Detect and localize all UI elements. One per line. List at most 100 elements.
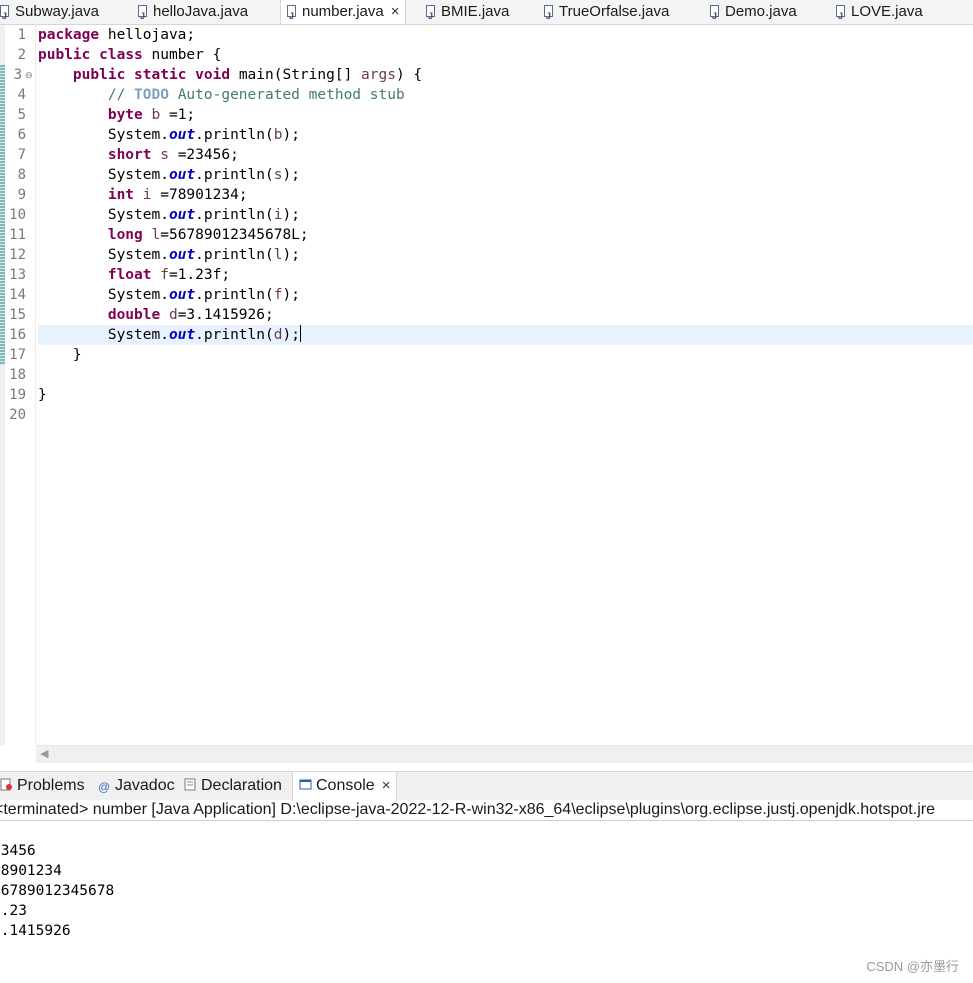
code-line: package hellojava; (38, 25, 195, 45)
code-text: ); (282, 207, 300, 223)
java-file-icon (544, 4, 553, 24)
console-output[interactable]: 1 23456 78901234 56789012345678 1.23 3.1… (0, 821, 114, 941)
problems-icon (0, 773, 13, 791)
tab-declaration[interactable]: Declaration (184, 772, 282, 800)
editor-bottom-spacer (0, 763, 973, 771)
code-line: } (38, 345, 82, 365)
code-line: int i =78901234; (38, 185, 248, 205)
keyword: long (107, 227, 143, 243)
variable: s (160, 147, 169, 163)
console-output-line: 23456 (0, 843, 36, 859)
tab-number-java[interactable]: number.java × (280, 0, 407, 24)
line-number: 17 (9, 347, 26, 363)
line-number: 18 (9, 367, 26, 383)
code-text: ); (282, 127, 300, 143)
code-text: ); (282, 287, 300, 303)
fold-collapse-icon[interactable]: ⊖ (25, 65, 33, 85)
field: out (168, 287, 196, 303)
code-editor[interactable]: 1 2 3 ⊖ 4 5 6 7 8 9 10 11 12 13 14 15 16… (0, 25, 973, 745)
code-text: number { (142, 47, 222, 63)
code-text: =1; (160, 107, 196, 123)
console-status-text: <terminated> number [Java Application] D… (0, 801, 935, 818)
tab-label: LOVE.java (851, 3, 923, 20)
tab-javadoc[interactable]: @ Javadoc (98, 772, 175, 800)
horizontal-scrollbar[interactable]: ◀ (36, 745, 973, 764)
code-line: System.out.println(d); (38, 325, 301, 345)
scroll-left-icon[interactable]: ◀ (40, 747, 48, 760)
declaration-icon (184, 773, 197, 791)
keyword: void (195, 67, 231, 83)
code-line: long l=56789012345678L; (38, 225, 309, 245)
code-text: =56789012345678L; (160, 227, 309, 243)
code-text: ); (282, 167, 300, 183)
text-caret (299, 325, 301, 342)
code-line: short s =23456; (38, 145, 239, 165)
close-tab-icon[interactable]: × (391, 3, 400, 20)
tab-demo-java[interactable]: Demo.java (710, 0, 797, 24)
field: out (168, 127, 196, 143)
tab-label: Problems (17, 777, 85, 794)
tab-label: Declaration (201, 777, 282, 794)
line-number: 2 (17, 47, 26, 63)
console-status-line: <terminated> number [Java Application] D… (0, 800, 973, 821)
keyword: double (107, 307, 161, 323)
parameter: args (361, 67, 396, 83)
line-number: 15 (9, 307, 26, 323)
todo-tag: TODO (134, 87, 169, 103)
code-text: =78901234; (151, 187, 248, 203)
code-text: =3.1415926; (177, 307, 274, 323)
line-number: 14 (9, 287, 26, 303)
code-line: public static void main(String[] args) { (38, 65, 422, 85)
tab-label: TrueOrfalse.java (559, 3, 670, 20)
tab-console[interactable]: Console × (292, 772, 398, 801)
code-text: .println( (195, 247, 274, 263)
editor-tab-bar: Subway.java helloJava.java number.java× … (0, 0, 973, 25)
tab-subway-java[interactable]: Subway.java (0, 0, 99, 24)
line-number: 1 (17, 27, 26, 43)
code-text: .println( (195, 287, 274, 303)
watermark: CSDN @亦墨行 (866, 959, 959, 974)
line-number: 5 (17, 107, 26, 123)
tab-label: BMIE.java (441, 3, 510, 20)
code-line: System.out.println(i); (38, 205, 300, 225)
line-number: 20 (9, 407, 26, 423)
code-text: System. (107, 207, 169, 223)
keyword: byte (107, 107, 143, 123)
code-text: ) { (395, 67, 423, 83)
line-number: 10 (9, 207, 26, 223)
console-output-line: 1.23 (0, 903, 27, 919)
tab-love-java[interactable]: LOVE.java (836, 0, 923, 24)
line-number-ruler-divider (35, 25, 36, 745)
line-number: 19 (9, 387, 26, 403)
tab-hellojava-java[interactable]: helloJava.java (138, 0, 248, 24)
view-tab-bar: Problems @ Javadoc Declaration Console × (0, 771, 973, 801)
variable: d (168, 307, 178, 323)
line-number: 9 (17, 187, 26, 203)
java-file-icon (287, 4, 296, 24)
code-line: double d=3.1415926; (38, 305, 274, 325)
keyword: static (134, 67, 187, 83)
line-number: 3 (13, 67, 22, 83)
variable: f (160, 267, 169, 283)
variable: b (151, 107, 161, 123)
keyword: class (99, 47, 143, 63)
javadoc-icon: @ (98, 780, 111, 794)
line-number: 8 (17, 167, 26, 183)
java-file-icon (138, 4, 147, 24)
field: out (168, 247, 196, 263)
code-text: System. (107, 287, 169, 303)
close-tab-icon[interactable]: × (382, 777, 391, 794)
tab-problems[interactable]: Problems (0, 772, 85, 800)
code-text: main(String[] (230, 67, 362, 83)
field: out (168, 327, 196, 343)
code-text: .println( (195, 207, 274, 223)
code-text: ); (282, 327, 300, 343)
java-file-icon (836, 4, 845, 24)
code-text: =1.23f; (168, 267, 231, 283)
tab-trueorfalse-java[interactable]: TrueOrfalse.java (544, 0, 669, 24)
tab-bmie-java[interactable]: BMIE.java (426, 0, 509, 24)
tab-label: Subway.java (15, 3, 99, 20)
console-output-line: 78901234 (0, 863, 62, 879)
code-text: .println( (195, 167, 274, 183)
tab-label: Console (316, 777, 375, 794)
